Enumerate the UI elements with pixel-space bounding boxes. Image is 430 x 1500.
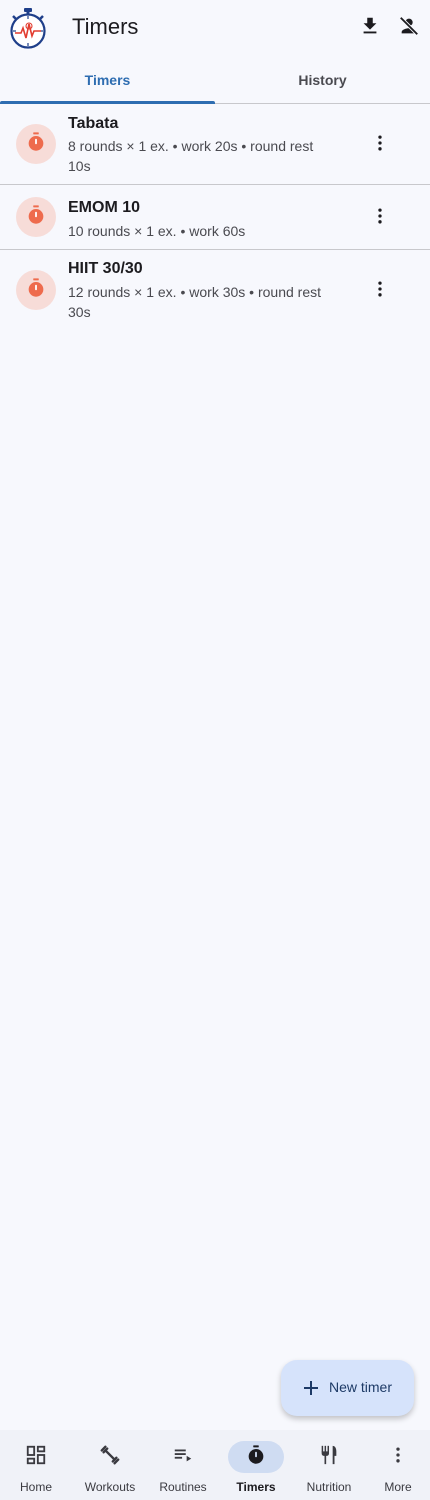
nav-label: Home	[19, 1480, 52, 1494]
tab-label: Timers	[84, 71, 131, 88]
nav-timers[interactable]: Timers	[220, 1430, 292, 1500]
timer-name: HIIT 30/30	[68, 260, 143, 277]
nav-pill	[228, 1441, 284, 1473]
nav-label: Workouts	[84, 1480, 136, 1494]
playlist-icon	[172, 1444, 194, 1471]
nav-pill	[8, 1441, 64, 1473]
timer-icon	[25, 277, 47, 304]
dashboard-icon	[25, 1444, 47, 1471]
timer-menu-button[interactable]	[364, 275, 396, 307]
download-icon	[359, 15, 381, 42]
timer-row[interactable]: HIIT 30/30 12 rounds × 1 ex. • work 30s …	[0, 250, 430, 330]
nav-nutrition[interactable]: Nutrition	[293, 1430, 365, 1500]
timer-icon	[25, 204, 47, 231]
timer-menu-button[interactable]	[364, 129, 396, 161]
top-app-bar: Timers	[0, 0, 430, 56]
new-timer-button[interactable]: New timer	[281, 1360, 414, 1416]
timer-avatar	[16, 270, 56, 310]
nav-label: Timers	[236, 1480, 276, 1494]
download-button[interactable]	[354, 12, 386, 44]
timer-icon	[245, 1444, 267, 1471]
timer-name: EMOM 10	[68, 199, 141, 216]
timer-menu-button[interactable]	[364, 202, 396, 234]
nav-pill	[155, 1441, 211, 1473]
page-title: Timers	[72, 14, 139, 39]
nav-label: Routines	[159, 1480, 207, 1494]
more-vert-icon	[388, 1445, 408, 1470]
add-icon	[299, 1376, 323, 1400]
tab-timers[interactable]: Timers	[0, 56, 215, 104]
more-vert-icon	[370, 279, 390, 304]
timer-row[interactable]: EMOM 10 10 rounds × 1 ex. • work 60s	[0, 185, 430, 249]
account-off-button[interactable]	[393, 12, 425, 44]
nav-home[interactable]: Home	[0, 1430, 72, 1500]
tab-label: History	[298, 71, 347, 88]
person-off-icon	[398, 15, 420, 42]
nav-pill	[370, 1441, 426, 1473]
tab-bar: Timers History	[0, 56, 430, 104]
bottom-navigation: Home Workouts Routines Timers Nutrition …	[0, 1430, 430, 1500]
timer-avatar	[16, 124, 56, 164]
timer-description: 12 rounds × 1 ex. • work 30s • round res…	[68, 284, 321, 320]
restaurant-icon	[318, 1444, 340, 1471]
nav-workouts[interactable]: Workouts	[74, 1430, 146, 1500]
nav-label: More	[384, 1480, 412, 1494]
timer-avatar	[16, 197, 56, 237]
dumbbell-icon	[99, 1444, 121, 1471]
nav-more[interactable]: More	[362, 1430, 430, 1500]
timer-icon	[25, 131, 47, 158]
new-timer-label: New timer	[329, 1379, 393, 1395]
more-vert-icon	[370, 206, 390, 231]
more-vert-icon	[370, 133, 390, 158]
nav-pill	[82, 1441, 138, 1473]
nav-routines[interactable]: Routines	[147, 1430, 219, 1500]
tab-history[interactable]: History	[215, 56, 430, 103]
timer-description: 10 rounds × 1 ex. • work 60s	[68, 223, 246, 239]
timer-row[interactable]: Tabata 8 rounds × 1 ex. • work 20s • rou…	[0, 104, 430, 184]
nav-pill	[301, 1441, 357, 1473]
timer-name: Tabata	[68, 115, 119, 132]
timer-description: 8 rounds × 1 ex. • work 20s • round rest…	[68, 138, 314, 174]
app-logo	[8, 7, 48, 49]
